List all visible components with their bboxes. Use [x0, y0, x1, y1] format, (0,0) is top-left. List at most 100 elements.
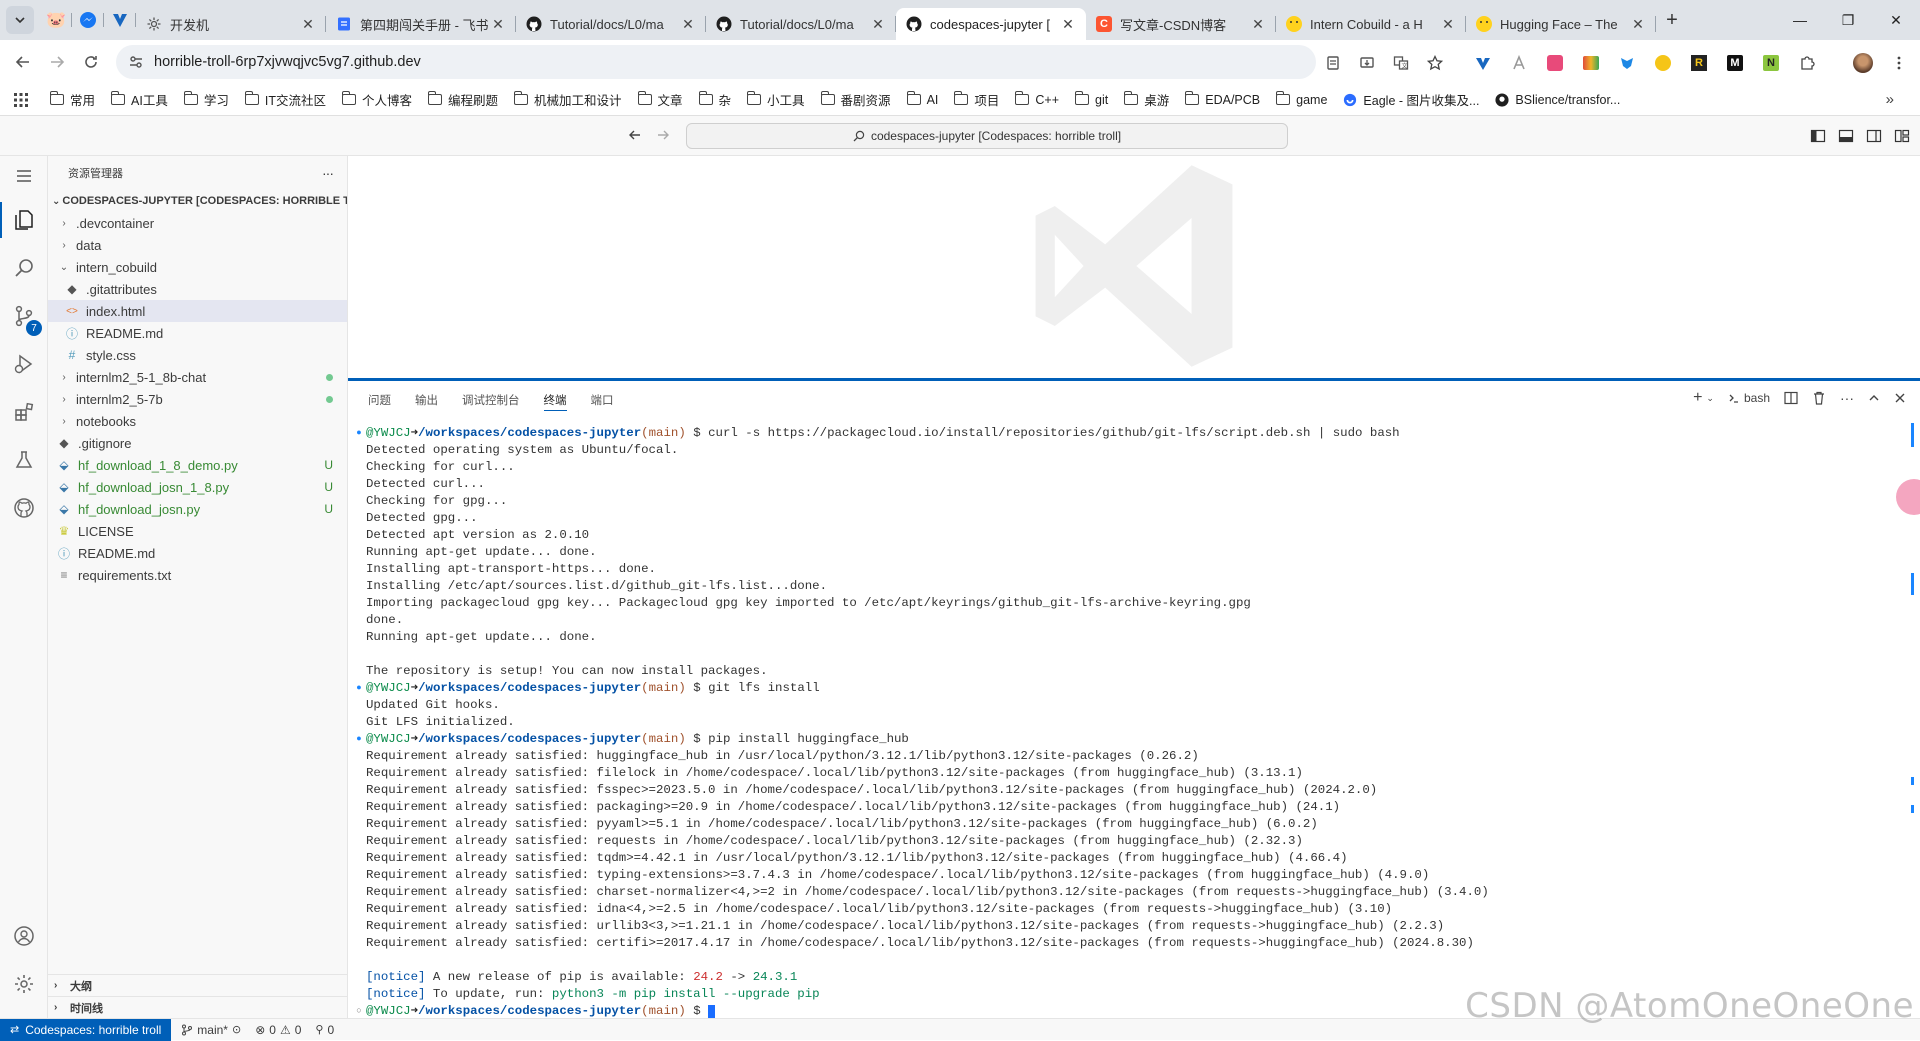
outline-section[interactable]: › 大纲	[48, 974, 348, 996]
browser-tab[interactable]: C 写文章-CSDN博客 ✕	[1086, 8, 1276, 40]
browser-menu-icon[interactable]	[1884, 48, 1914, 78]
bookmark-item[interactable]: EDA/PCB	[1185, 91, 1260, 107]
puzzle-color-extension-icon[interactable]	[1576, 48, 1606, 78]
n-extension-icon[interactable]: N	[1756, 48, 1786, 78]
close-window-button[interactable]: ✕	[1872, 0, 1920, 40]
accounts-button[interactable]	[0, 912, 48, 960]
explorer-folder[interactable]: › internlm2_5-7b	[48, 388, 347, 410]
testing-button[interactable]	[0, 436, 48, 484]
explorer-folder[interactable]: › .devcontainer	[48, 212, 347, 234]
explorer-button[interactable]	[0, 196, 48, 244]
close-tab-icon[interactable]: ✕	[1440, 16, 1456, 33]
bookmark-item[interactable]: 常用	[50, 90, 95, 109]
close-tab-icon[interactable]: ✕	[490, 16, 506, 33]
explorer-folder[interactable]: › notebooks	[48, 410, 347, 432]
bookmark-item[interactable]: 个人博客	[341, 90, 412, 109]
bookmark-item[interactable]: 编程刷题	[427, 90, 498, 109]
customize-layout-icon[interactable]	[1894, 128, 1910, 144]
browser-tab[interactable]: Tutorial/docs/L0/ma ✕	[706, 8, 896, 40]
bookmark-item[interactable]: 机械加工和设计	[513, 90, 622, 109]
explorer-folder[interactable]: › internlm2_5-1_8b-chat	[48, 366, 347, 388]
close-tab-icon[interactable]: ✕	[300, 16, 316, 33]
problems-indicator[interactable]: ⊗ 0 ⚠ 0	[255, 1023, 301, 1037]
explorer-file[interactable]: ⬙ hf_download_josn.py U	[48, 498, 347, 520]
reading-mode-icon[interactable]	[1318, 48, 1348, 78]
panel-tab[interactable]: 终端	[543, 389, 567, 411]
toggle-sidebar-icon[interactable]	[1810, 128, 1826, 144]
bookmarks-overflow-button[interactable]: »	[1886, 91, 1894, 108]
tab-search-button[interactable]	[6, 6, 34, 34]
pinned-tab-2[interactable]	[72, 5, 104, 35]
run-debug-button[interactable]	[0, 340, 48, 388]
close-tab-icon[interactable]: ✕	[1060, 16, 1076, 33]
bookmark-star-icon[interactable]	[1420, 48, 1450, 78]
browser-tab[interactable]: Tutorial/docs/L0/ma ✕	[516, 8, 706, 40]
terminal-output[interactable]: ● @YWJCJ ➜/workspaces/codespaces-jupyter …	[354, 425, 1874, 1019]
bookmark-item[interactable]: 桌游	[1124, 90, 1169, 109]
extensions-button[interactable]	[0, 388, 48, 436]
m-extension-icon[interactable]: M	[1720, 48, 1750, 78]
bookmark-item[interactable]: git	[1075, 91, 1108, 107]
browser-tab[interactable]: 第四期闯关手册 - 飞书 ✕	[326, 8, 516, 40]
nav-forward-button[interactable]	[656, 128, 670, 142]
pink-extension-icon[interactable]	[1540, 48, 1570, 78]
close-tab-icon[interactable]: ✕	[1630, 16, 1646, 33]
source-control-button[interactable]: 7	[0, 292, 48, 340]
extensions-puzzle-icon[interactable]	[1792, 48, 1822, 78]
new-terminal-button[interactable]: +	[1693, 389, 1702, 407]
profile-avatar[interactable]	[1848, 48, 1878, 78]
menu-button[interactable]	[0, 156, 48, 196]
explorer-folder[interactable]: ⌄ intern_cobuild	[48, 256, 347, 278]
translate-icon[interactable]: 文	[1386, 48, 1416, 78]
install-app-icon[interactable]	[1352, 48, 1382, 78]
workspace-root[interactable]: ⌄ CODESPACES-JUPYTER [CODESPACES: HORRIB…	[48, 190, 347, 212]
panel-tab[interactable]: 端口	[591, 389, 614, 411]
toggle-panel-icon[interactable]	[1838, 128, 1854, 144]
yellow-extension-icon[interactable]	[1648, 48, 1678, 78]
explorer-more-button[interactable]: ···	[322, 165, 334, 181]
kill-terminal-icon[interactable]	[1812, 391, 1826, 405]
ai-extension-icon[interactable]	[1504, 48, 1534, 78]
editor-area[interactable]	[348, 156, 1920, 378]
bookmark-item[interactable]: BSlience/transfor...	[1495, 93, 1620, 107]
apps-grid-icon[interactable]	[14, 92, 28, 107]
split-terminal-icon[interactable]	[1784, 391, 1798, 405]
chevron-down-icon[interactable]: ⌄	[1706, 393, 1714, 404]
close-tab-icon[interactable]: ✕	[870, 16, 886, 33]
browser-tab[interactable]: 开发机 ✕	[136, 8, 326, 40]
bookmark-item[interactable]: 项目	[954, 90, 999, 109]
branch-indicator[interactable]: main* ⊙	[181, 1023, 241, 1037]
nav-back-button[interactable]	[628, 128, 642, 142]
restore-button[interactable]: ❐	[1824, 0, 1872, 40]
terminal-shell-selector[interactable]: bash	[1728, 391, 1770, 405]
ports-indicator[interactable]: ⚲ 0	[315, 1023, 334, 1037]
panel-tab[interactable]: 问题	[368, 389, 391, 411]
explorer-file[interactable]: <> index.html	[48, 300, 347, 322]
github-button[interactable]	[0, 484, 48, 532]
pinned-tab-1[interactable]: 🐷	[40, 5, 72, 35]
bird-extension-icon[interactable]	[1612, 48, 1642, 78]
browser-tab[interactable]: Hugging Face – The ✕	[1466, 8, 1656, 40]
command-decoration-icon[interactable]: ●	[354, 680, 364, 697]
close-panel-icon[interactable]	[1894, 392, 1906, 404]
command-decoration-icon[interactable]: ●	[354, 425, 364, 442]
bookmark-item[interactable]: 文章	[637, 90, 683, 109]
new-tab-button[interactable]: +	[1656, 9, 1688, 32]
browser-tab[interactable]: codespaces-jupyter [✕	[896, 8, 1086, 40]
remote-indicator[interactable]: ⇄ Codespaces: horrible troll	[0, 1018, 172, 1041]
command-decoration-icon[interactable]: ●	[354, 731, 364, 748]
forward-button[interactable]	[40, 45, 74, 79]
bookmark-item[interactable]: game	[1276, 91, 1327, 107]
bookmark-item[interactable]: IT交流社区	[244, 90, 326, 109]
toggle-secondary-sidebar-icon[interactable]	[1866, 128, 1882, 144]
browser-tab[interactable]: Intern Cobuild - a H ✕	[1276, 8, 1466, 40]
back-button[interactable]	[6, 45, 40, 79]
bookmark-item[interactable]: 杂	[698, 90, 731, 109]
bookmark-item[interactable]: Eagle - 图片收集及...	[1343, 90, 1479, 109]
explorer-file[interactable]: ♛ LICENSE	[48, 520, 347, 542]
bookmark-item[interactable]: AI	[906, 91, 938, 107]
maximize-panel-icon[interactable]	[1868, 392, 1880, 404]
floating-assistant-icon[interactable]	[1896, 479, 1920, 515]
panel-tab[interactable]: 输出	[415, 389, 438, 411]
pinned-tab-3[interactable]	[104, 5, 136, 35]
